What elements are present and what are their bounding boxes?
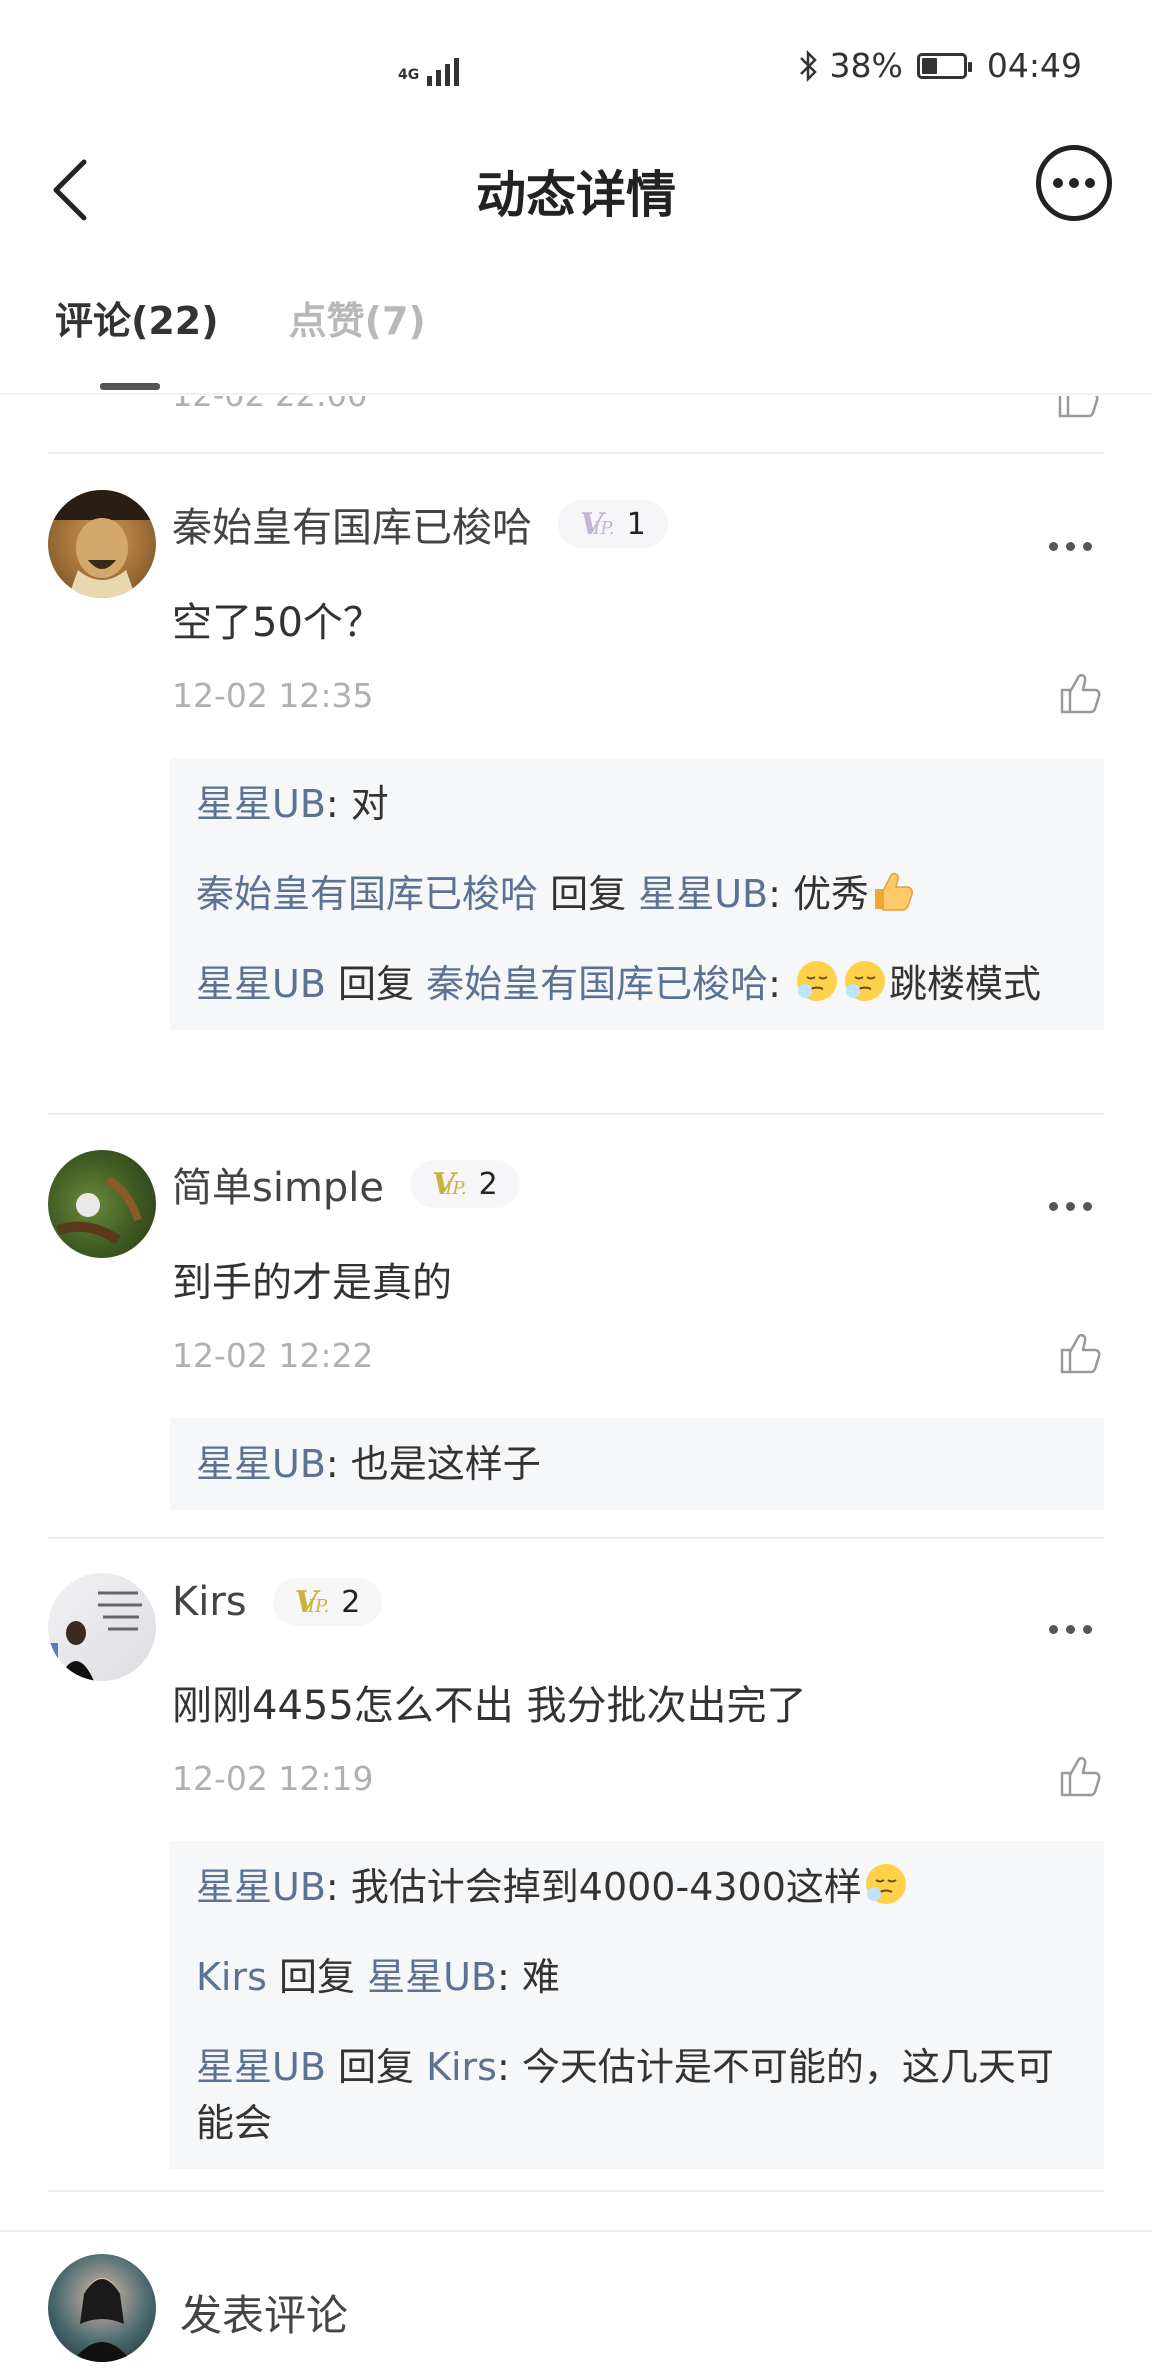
status-time: 04:49 (986, 46, 1082, 85)
comment-text: 空了50个？ (172, 600, 383, 646)
reply-list: 星星UB: 我估计会掉到4000-4300这样 Kirs 回复 星星UB: 难 … (170, 1841, 1104, 2169)
divider (48, 452, 1104, 454)
battery-percent: 38% (829, 46, 903, 85)
thumbs-up-emoji-icon (874, 872, 913, 911)
reply-item[interactable]: 秦始皇有国库已梭哈 回复 星星UB: 优秀 (196, 866, 1078, 922)
battery-icon (916, 52, 972, 79)
tab-likes[interactable]: 点赞(7) (289, 290, 426, 390)
page-title: 动态详情 (476, 166, 676, 224)
avatar[interactable] (48, 490, 156, 598)
tab-comments[interactable]: 评论(22) (55, 290, 219, 390)
comment-time: 12-02 12:35 (172, 676, 374, 715)
comment-more-button[interactable] (1049, 1625, 1092, 1634)
sleepy-face-icon (796, 961, 837, 1001)
app-header: 动态详情 (0, 135, 1152, 255)
reply-item[interactable]: 星星UB 回复 秦始皇有国库已梭哈: 跳楼模式 (196, 956, 1078, 1012)
comment-more-button[interactable] (1049, 1202, 1092, 1211)
more-circle-icon (1053, 178, 1063, 188)
divider (0, 393, 1152, 395)
comment-text: 刚刚4455怎么不出 我分批次出完了 (172, 1683, 807, 1729)
thumb-up-icon[interactable] (1058, 1753, 1104, 1799)
comment-more-button[interactable] (1049, 542, 1092, 551)
thumb-up-icon[interactable] (1058, 1330, 1104, 1376)
username[interactable]: Kirs (172, 1579, 247, 1625)
reply-item[interactable]: 星星UB: 我估计会掉到4000-4300这样 (196, 1859, 1078, 1915)
tab-likes-label: 点赞(7) (288, 299, 426, 343)
username[interactable]: 秦始皇有国库已梭哈 (172, 495, 532, 553)
comment-time: 12-02 12:19 (172, 1759, 374, 1798)
divider (48, 1113, 1104, 1115)
reply-list: 星星UB: 也是这样子 (170, 1418, 1104, 1510)
sleepy-face-icon (844, 961, 885, 1001)
status-bar: 4G 38% 04:49 (0, 0, 1152, 135)
divider (48, 1537, 1104, 1539)
vip-badge: VIP. 2 (410, 1160, 520, 1208)
comment-time: 12-02 22:00 (172, 396, 367, 414)
thumb-up-icon[interactable] (1056, 396, 1102, 420)
partial-comment-row: 12-02 22:00 (0, 396, 1152, 456)
vip-badge: VIP. 2 (272, 1578, 383, 1626)
tab-comments-label: 评论(22) (55, 299, 219, 343)
reply-item[interactable]: 星星UB 回复 Kirs: 今天估计是不可能的，这几天可能会 (196, 2039, 1078, 2151)
username[interactable]: 简单simple (172, 1155, 384, 1213)
bluetooth-icon (799, 49, 817, 82)
comment-time: 12-02 12:22 (172, 1336, 374, 1375)
vip-level: 2 (478, 1166, 498, 1202)
signal-icon: 4G (398, 50, 460, 86)
vip-level: 1 (626, 506, 646, 542)
thumb-up-icon[interactable] (1058, 670, 1104, 716)
network-type: 4G (398, 67, 420, 83)
reply-item[interactable]: Kirs 回复 星星UB: 难 (196, 1949, 1078, 2005)
reply-item[interactable]: 星星UB: 对 (196, 776, 1078, 832)
tab-bar: 评论(22) 点赞(7) (55, 290, 426, 390)
reply-item[interactable]: 星星UB: 也是这样子 (196, 1436, 1078, 1492)
comment-input[interactable]: 发表评论 (180, 2282, 348, 2343)
vip-badge: VIP. 1 (558, 500, 668, 548)
tab-active-indicator (100, 383, 160, 390)
comment-input-bar: 发表评论 (0, 2230, 1152, 2376)
vip-level: 2 (341, 1584, 361, 1620)
avatar[interactable] (48, 1150, 156, 1258)
sleepy-face-icon (865, 1864, 906, 1904)
divider (48, 2190, 1104, 2192)
avatar[interactable] (48, 1573, 156, 1681)
avatar (48, 2254, 156, 2362)
reply-list: 星星UB: 对 秦始皇有国库已梭哈 回复 星星UB: 优秀 星星UB 回复 秦始… (170, 758, 1104, 1030)
more-options-button[interactable] (1036, 145, 1112, 221)
comment-text: 到手的才是真的 (172, 1260, 452, 1306)
